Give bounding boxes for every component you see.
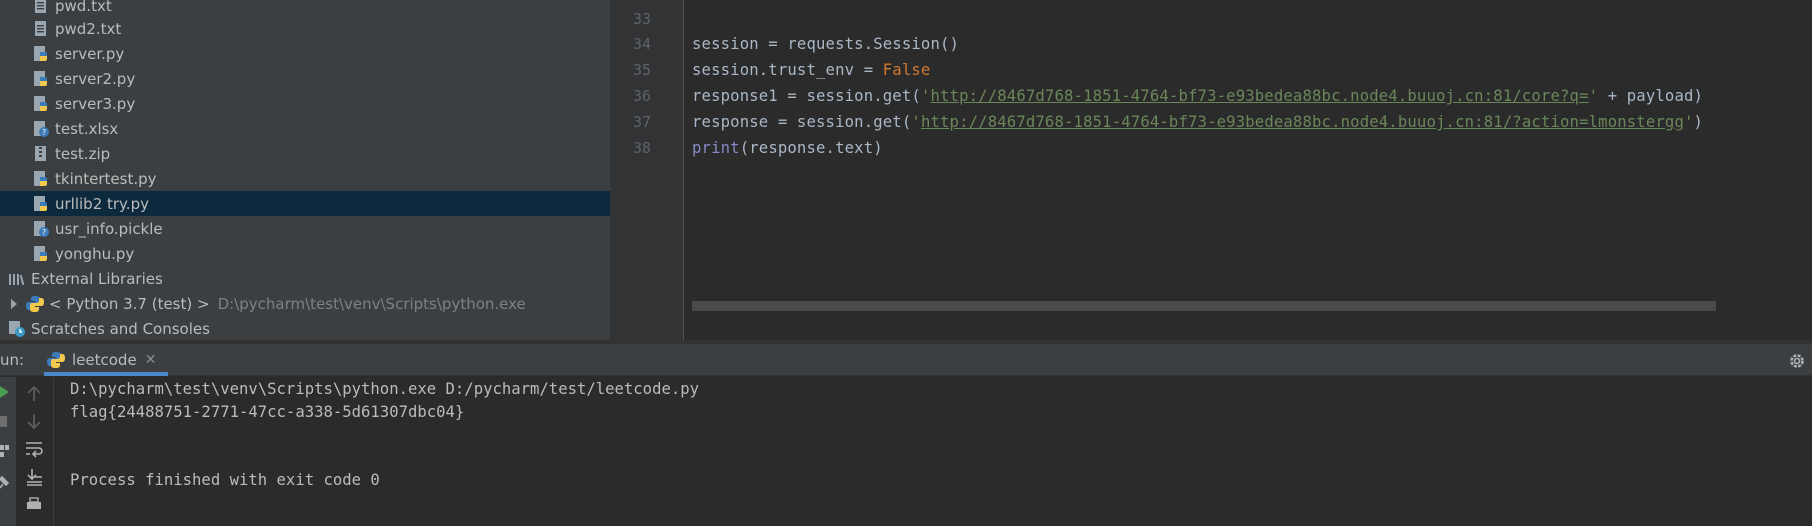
code-text: + payload)	[1598, 87, 1704, 105]
code-text: session.trust_env =	[692, 61, 883, 79]
tab-label: leetcode	[72, 351, 137, 369]
stop-icon[interactable]	[0, 416, 8, 428]
keyword-false: False	[882, 61, 931, 79]
expand-arrow-icon[interactable]	[8, 298, 20, 310]
text-file-icon	[32, 0, 50, 15]
tree-item-server2-py[interactable]: server2.py	[0, 66, 610, 91]
code-text: response = session.get(	[692, 113, 912, 131]
tree-item-label: test.xlsx	[55, 119, 119, 138]
python-icon	[47, 351, 65, 369]
console-line-exit: Process finished with exit code 0	[70, 471, 380, 489]
line-number: 36	[632, 87, 651, 105]
python-file-icon	[32, 170, 50, 188]
url-link[interactable]: http://8467d768-1851-4764-bf73-e93bedea8…	[921, 113, 1684, 131]
scroll-to-end-icon[interactable]	[24, 467, 44, 487]
active-tab-indicator	[44, 372, 168, 376]
code-line-37[interactable]: response = session.get('http://8467d768-…	[692, 113, 1703, 131]
tree-item-label: server.py	[55, 44, 125, 63]
python-file-icon	[32, 245, 50, 263]
python-sdk-label: < Python 3.7 (test) >	[49, 294, 210, 313]
url-link[interactable]: http://8467d768-1851-4764-bf73-e93bedea8…	[930, 87, 1588, 105]
tree-item-label: pwd2.txt	[55, 19, 122, 38]
code-line-35[interactable]: session.trust_env = False	[692, 61, 930, 79]
tree-item-urllib2-try-py[interactable]: urllib2 try.py	[0, 191, 610, 216]
console-line: D:\pycharm\test\venv\Scripts\python.exe …	[70, 380, 700, 398]
tree-item-server3-py[interactable]: server3.py	[0, 91, 610, 116]
run-side-toolbar	[0, 377, 16, 526]
string-quote: '	[1684, 113, 1694, 131]
svg-text:?: ?	[42, 128, 46, 137]
tree-item-scratches[interactable]: Scratches and Consoles	[0, 316, 610, 340]
text-file-icon	[32, 20, 50, 38]
console-line-flag: flag{24488751-2771-47cc-a338-5d61307dbc0…	[70, 403, 465, 421]
tree-item-python-sdk[interactable]: < Python 3.7 (test) > D:\pycharm\test\ve…	[0, 291, 610, 316]
run-tool-header: un: leetcode ✕	[0, 344, 1812, 376]
string-quote: '	[1588, 87, 1599, 105]
line-number: 33	[632, 10, 651, 28]
gear-icon[interactable]	[1788, 352, 1806, 370]
tree-item-usr-info-pickle[interactable]: ? usr_info.pickle	[0, 216, 610, 241]
python-file-icon	[32, 195, 50, 213]
tree-item-label: External Libraries	[31, 269, 163, 288]
line-number: 37	[632, 113, 651, 131]
unknown-file-icon: ?	[32, 120, 50, 138]
python-sdk-path: D:\pycharm\test\venv\Scripts\python.exe	[217, 294, 526, 313]
print-icon[interactable]	[24, 495, 44, 515]
line-number: 38	[632, 139, 651, 157]
library-icon	[8, 270, 26, 288]
tree-item-label: server2.py	[55, 69, 136, 88]
tree-item-label: server3.py	[55, 94, 136, 113]
code-text: )	[1693, 113, 1704, 131]
rerun-icon[interactable]	[0, 385, 10, 399]
gutter-separator	[683, 0, 684, 340]
close-icon[interactable]: ✕	[145, 352, 157, 368]
scratches-icon	[8, 320, 26, 338]
project-tool-window: pwd.txt pwd2.txt server.py server2.py se…	[0, 0, 610, 340]
tree-item-yonghu-py[interactable]: yonghu.py	[0, 241, 610, 266]
tree-item-pwd2-txt[interactable]: pwd2.txt	[0, 16, 610, 41]
soft-wrap-icon[interactable]	[24, 439, 44, 459]
python-file-icon	[32, 95, 50, 113]
arrow-down-icon[interactable]	[24, 411, 44, 431]
tree-item-label: pwd.txt	[55, 0, 112, 15]
tree-item-test-xlsx[interactable]: ? test.xlsx	[0, 116, 610, 141]
tree-item-server-py[interactable]: server.py	[0, 41, 610, 66]
tree-item-test-zip[interactable]: test.zip	[0, 141, 610, 166]
builtin-print: print	[692, 139, 740, 157]
python-icon	[26, 295, 44, 313]
tree-item-label: Scratches and Consoles	[31, 319, 210, 338]
tree-item-label: test.zip	[55, 144, 111, 163]
unknown-file-icon: ?	[32, 220, 50, 238]
line-number: 34	[632, 35, 651, 53]
code-line-38[interactable]: print(response.text)	[692, 139, 883, 157]
line-number: 35	[632, 61, 651, 79]
python-file-icon	[32, 45, 50, 63]
tree-item-label: usr_info.pickle	[55, 219, 163, 238]
run-label: un:	[0, 351, 25, 369]
code-text: session = requests.Session()	[692, 35, 960, 53]
code-editor[interactable]: 33 34 35 36 37 38 session = requests.Ses…	[611, 0, 1812, 340]
run-console-output[interactable]: D:\pycharm\test\venv\Scripts\python.exe …	[55, 377, 1812, 526]
tree-item-label: urllib2 try.py	[55, 194, 149, 213]
tree-item-external-libraries[interactable]: External Libraries	[0, 266, 610, 291]
code-line-36[interactable]: response1 = session.get( 'http://8467d768…	[692, 87, 1703, 105]
line-number-gutter: 33 34 35 36 37 38	[611, 0, 683, 340]
horizontal-scrollbar[interactable]	[692, 301, 1716, 311]
tree-item-label: yonghu.py	[55, 244, 135, 263]
pin-icon[interactable]	[0, 476, 10, 490]
svg-text:?: ?	[42, 228, 46, 237]
archive-file-icon	[32, 145, 50, 163]
code-text: response1 = session.get(	[692, 87, 921, 105]
layout-icon[interactable]	[0, 445, 10, 459]
code-line-34[interactable]: session = requests.Session()	[692, 35, 959, 53]
python-file-icon	[32, 70, 50, 88]
console-toolbar	[16, 377, 54, 526]
tree-item-label: tkintertest.py	[55, 169, 157, 188]
tree-item-tkintertest-py[interactable]: tkintertest.py	[0, 166, 610, 191]
string-quote: '	[911, 113, 921, 131]
code-text: (response.text)	[739, 139, 883, 157]
arrow-up-icon[interactable]	[24, 384, 44, 404]
